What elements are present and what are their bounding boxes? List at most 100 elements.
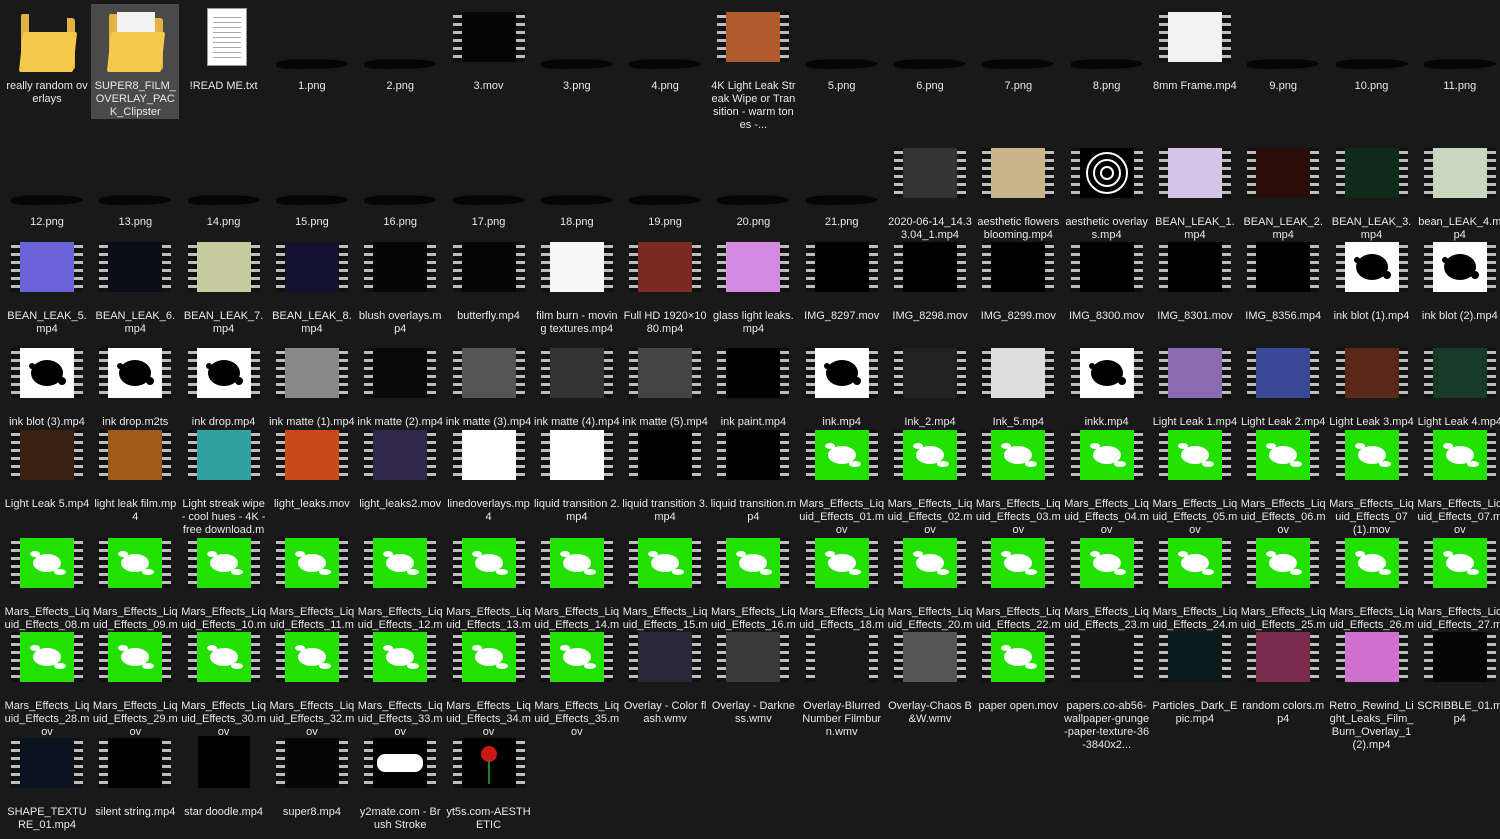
file-item[interactable]: glass light leaks.mp4 xyxy=(709,234,797,336)
file-item[interactable]: BEAN_LEAK_1.mp4 xyxy=(1151,140,1239,242)
file-item[interactable]: 19.png xyxy=(621,140,709,229)
file-item[interactable]: IMG_8297.mov xyxy=(798,234,886,323)
file-item[interactable]: 4.png xyxy=(621,4,709,93)
file-item[interactable]: ink matte (1).mp4 xyxy=(268,340,356,429)
file-item[interactable]: 6.png xyxy=(886,4,974,93)
file-item[interactable]: BEAN_LEAK_2.mp4 xyxy=(1239,140,1327,242)
file-item[interactable]: Mars_Effects_Liquid_Effects_07(1).mov xyxy=(1328,422,1416,537)
file-item[interactable]: 21.png xyxy=(798,140,886,229)
file-item[interactable]: Retro_Rewind_Light_Leaks_Film_Burn_Overl… xyxy=(1328,624,1416,752)
file-item[interactable]: 17.png xyxy=(445,140,533,229)
file-item[interactable]: IMG_8356.mp4 xyxy=(1239,234,1327,323)
file-item[interactable]: inkk.mp4 xyxy=(1063,340,1151,429)
file-item[interactable]: 15.png xyxy=(268,140,356,229)
file-item[interactable]: Light Leak 3.mp4 xyxy=(1328,340,1416,429)
file-item[interactable]: Mars_Effects_Liquid_Effects_28.mov xyxy=(3,624,91,739)
file-item[interactable]: BEAN_LEAK_7.mp4 xyxy=(180,234,268,336)
file-item[interactable]: SCRIBBLE_01.mp4 xyxy=(1416,624,1500,726)
file-item[interactable]: liquid transition 3.mp4 xyxy=(621,422,709,524)
file-item[interactable]: BEAN_LEAK_8.mp4 xyxy=(268,234,356,336)
file-item[interactable]: 7.png xyxy=(974,4,1062,93)
file-item[interactable]: 13.png xyxy=(91,140,179,229)
file-item[interactable]: 20.png xyxy=(709,140,797,229)
file-item[interactable]: light_leaks2.mov xyxy=(356,422,444,511)
file-item[interactable]: 11.png xyxy=(1416,4,1500,93)
file-item[interactable]: Mars_Effects_Liquid_Effects_35.mov xyxy=(533,624,621,739)
file-item[interactable]: light leak film.mp4 xyxy=(91,422,179,524)
file-item[interactable]: aesthetic overlays.mp4 xyxy=(1063,140,1151,242)
file-item[interactable]: papers.co-ab56-wallpaper-grunge-paper-te… xyxy=(1063,624,1151,752)
file-item[interactable]: 4K Light Leak Streak Wipe or Transition … xyxy=(709,4,797,132)
file-item[interactable]: ink blot (1).mp4 xyxy=(1328,234,1416,323)
file-item[interactable]: 8.png xyxy=(1063,4,1151,93)
file-item[interactable]: Light Leak 5.mp4 xyxy=(3,422,91,511)
file-item[interactable]: Mars_Effects_Liquid_Effects_29.mov xyxy=(91,624,179,739)
file-item[interactable]: Light Leak 4.mp4 xyxy=(1416,340,1500,429)
file-item[interactable]: ink blot (3).mp4 xyxy=(3,340,91,429)
file-item[interactable]: ink drop.m2ts xyxy=(91,340,179,429)
file-item[interactable]: Overlay - Color flash.wmv xyxy=(621,624,709,726)
file-item[interactable]: 2.png xyxy=(356,4,444,93)
file-item[interactable]: 14.png xyxy=(180,140,268,229)
file-item[interactable]: butterfly.mp4 xyxy=(445,234,533,323)
file-item[interactable]: Overlay-Blurred Number Filmburn.wmv xyxy=(798,624,886,739)
file-item[interactable]: BEAN_LEAK_6.mp4 xyxy=(91,234,179,336)
file-item[interactable]: !READ ME.txt xyxy=(180,4,268,93)
file-item[interactable]: ink paint.mp4 xyxy=(709,340,797,429)
file-item[interactable]: aesthetic flowers blooming.mp4 xyxy=(974,140,1062,242)
file-item[interactable]: really random overlays xyxy=(3,4,91,106)
file-item[interactable]: 18.png xyxy=(533,140,621,229)
file-item[interactable]: random colors.mp4 xyxy=(1239,624,1327,726)
file-item[interactable]: Mars_Effects_Liquid_Effects_07.mov xyxy=(1416,422,1500,537)
file-item[interactable]: star doodle.mp4 xyxy=(180,730,268,819)
file-item[interactable]: Ink_2.mp4 xyxy=(886,340,974,429)
file-item[interactable]: ink matte (2).mp4 xyxy=(356,340,444,429)
file-item[interactable]: BEAN_LEAK_5.mp4 xyxy=(3,234,91,336)
file-item[interactable]: ink matte (5).mp4 xyxy=(621,340,709,429)
file-item[interactable]: Overlay - Darkness.wmv xyxy=(709,624,797,726)
file-item[interactable]: ink.mp4 xyxy=(798,340,886,429)
file-item[interactable]: 2020-06-14_14.33.04_1.mp4 xyxy=(886,140,974,242)
file-item[interactable]: 3.png xyxy=(533,4,621,93)
file-item[interactable]: Light Leak 1.mp4 xyxy=(1151,340,1239,429)
file-item[interactable]: Mars_Effects_Liquid_Effects_33.mov xyxy=(356,624,444,739)
file-item[interactable]: 5.png xyxy=(798,4,886,93)
file-item[interactable]: ink matte (4).mp4 xyxy=(533,340,621,429)
file-item[interactable]: IMG_8301.mov xyxy=(1151,234,1239,323)
file-item[interactable]: ink matte (3).mp4 xyxy=(445,340,533,429)
file-item[interactable]: 16.png xyxy=(356,140,444,229)
file-item[interactable]: yt5s.com-AESTHETIC xyxy=(445,730,533,832)
file-item[interactable]: Full HD 1920×1080.mp4 xyxy=(621,234,709,336)
file-item[interactable]: 1.png xyxy=(268,4,356,93)
file-item[interactable]: 3.mov xyxy=(445,4,533,93)
file-item[interactable]: ink drop.mp4 xyxy=(180,340,268,429)
file-item[interactable]: BEAN_LEAK_3.mp4 xyxy=(1328,140,1416,242)
file-item[interactable]: light_leaks.mov xyxy=(268,422,356,511)
file-item[interactable]: Light Leak 2.mp4 xyxy=(1239,340,1327,429)
file-item[interactable]: Mars_Effects_Liquid_Effects_03.mov xyxy=(974,422,1062,537)
file-item[interactable]: Ink_5.mp4 xyxy=(974,340,1062,429)
file-item[interactable]: Mars_Effects_Liquid_Effects_06.mov xyxy=(1239,422,1327,537)
file-item[interactable]: liquid transition.mp4 xyxy=(709,422,797,524)
file-item[interactable]: Mars_Effects_Liquid_Effects_30.mov xyxy=(180,624,268,739)
file-item[interactable]: Mars_Effects_Liquid_Effects_05.mov xyxy=(1151,422,1239,537)
file-item[interactable]: Mars_Effects_Liquid_Effects_04.mov xyxy=(1063,422,1151,537)
file-item[interactable]: 8mm Frame.mp4 xyxy=(1151,4,1239,93)
file-item[interactable]: Mars_Effects_Liquid_Effects_02.mov xyxy=(886,422,974,537)
file-item[interactable]: linedoverlays.mp4 xyxy=(445,422,533,524)
file-item[interactable]: paper open.mov xyxy=(974,624,1062,713)
file-item[interactable]: SHAPE_TEXTURE_01.mp4 xyxy=(3,730,91,832)
file-item[interactable]: bean_LEAK_4.mp4 xyxy=(1416,140,1500,242)
file-item[interactable]: IMG_8298.mov xyxy=(886,234,974,323)
file-item[interactable]: Mars_Effects_Liquid_Effects_32.mov xyxy=(268,624,356,739)
file-item[interactable]: 9.png xyxy=(1239,4,1327,93)
file-item[interactable]: silent string.mp4 xyxy=(91,730,179,819)
file-item[interactable]: film burn - moving textures.mp4 xyxy=(533,234,621,336)
file-item[interactable]: liquid transition 2.mp4 xyxy=(533,422,621,524)
file-item[interactable]: blush overlays.mp4 xyxy=(356,234,444,336)
file-item[interactable]: Particles_Dark_Epic.mp4 xyxy=(1151,624,1239,726)
file-item[interactable]: super8.mp4 xyxy=(268,730,356,819)
file-item[interactable]: Overlay-Chaos B&W.wmv xyxy=(886,624,974,726)
file-item[interactable]: y2mate.com - Brush Stroke xyxy=(356,730,444,832)
file-item[interactable]: 12.png xyxy=(3,140,91,229)
